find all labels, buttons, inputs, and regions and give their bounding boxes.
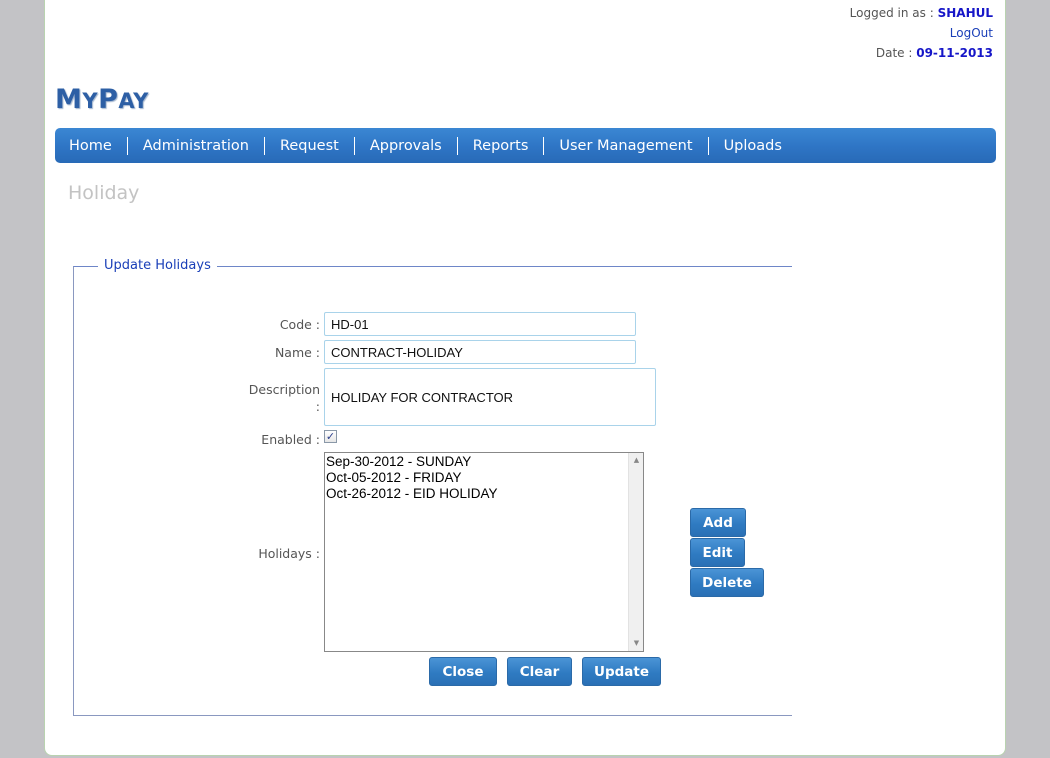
update-holidays-fieldset: Update Holidays Code : HD-01 Name : CONT… — [73, 258, 792, 716]
nav-item-request[interactable]: Request — [265, 136, 355, 155]
delete-button[interactable]: Delete — [690, 568, 764, 597]
update-button[interactable]: Update — [582, 657, 661, 686]
description-label: Description : — [224, 381, 320, 415]
nav-item-reports[interactable]: Reports — [458, 136, 545, 155]
page-title: Holiday — [68, 182, 140, 204]
code-label: Code : — [279, 317, 320, 332]
main-nav: Home Administration Request Approvals Re… — [55, 128, 996, 163]
logo-letter: AY — [118, 89, 149, 113]
logo-letter: M — [55, 84, 83, 115]
page-container: Logged in as : SHAHUL LogOut Date : 09-1… — [44, 0, 1006, 756]
holidays-listbox[interactable]: Sep-30-2012 - SUNDAY Oct-05-2012 - FRIDA… — [324, 452, 644, 652]
listbox-scrollbar[interactable]: ▲ ▼ — [628, 453, 643, 651]
description-label-colon: : — [315, 399, 320, 414]
nav-item-administration[interactable]: Administration — [128, 136, 265, 155]
logged-in-label: Logged in as : — [849, 6, 934, 20]
edit-button[interactable]: Edit — [690, 538, 745, 567]
scroll-up-icon[interactable]: ▲ — [629, 453, 644, 468]
list-item[interactable]: Oct-26-2012 - EID HOLIDAY — [326, 486, 627, 502]
clear-button[interactable]: Clear — [507, 657, 572, 686]
description-label-text: Description — [248, 382, 320, 397]
enabled-checkbox[interactable]: ✓ — [324, 430, 337, 443]
fieldset-legend: Update Holidays — [98, 258, 217, 273]
nav-item-user-management[interactable]: User Management — [544, 136, 709, 155]
mypay-logo: MYPAY — [55, 84, 149, 115]
scroll-down-icon[interactable]: ▼ — [629, 636, 644, 651]
username: SHAHUL — [937, 6, 993, 20]
list-item[interactable]: Sep-30-2012 - SUNDAY — [326, 454, 627, 470]
logo-letter: Y — [82, 89, 99, 113]
nav-item-approvals[interactable]: Approvals — [355, 136, 458, 155]
holidays-label: Holidays : — [258, 546, 320, 561]
add-button[interactable]: Add — [690, 508, 746, 537]
name-field[interactable]: CONTRACT-HOLIDAY — [324, 340, 636, 364]
logout-link[interactable]: LogOut — [950, 26, 993, 40]
date-label: Date : — [875, 46, 913, 60]
date-value: 09-11-2013 — [916, 46, 993, 60]
nav-item-uploads[interactable]: Uploads — [709, 137, 797, 155]
logo-letter: P — [98, 84, 119, 115]
description-field[interactable]: HOLIDAY FOR CONTRACTOR — [324, 368, 656, 426]
code-field[interactable]: HD-01 — [324, 312, 636, 336]
close-button[interactable]: Close — [429, 657, 497, 686]
list-item[interactable]: Oct-05-2012 - FRIDAY — [326, 470, 627, 486]
nav-item-home[interactable]: Home — [57, 136, 128, 155]
name-label: Name : — [274, 345, 320, 360]
enabled-label: Enabled : — [261, 432, 320, 447]
user-info: Logged in as : SHAHUL LogOut Date : 09-1… — [850, 5, 993, 65]
